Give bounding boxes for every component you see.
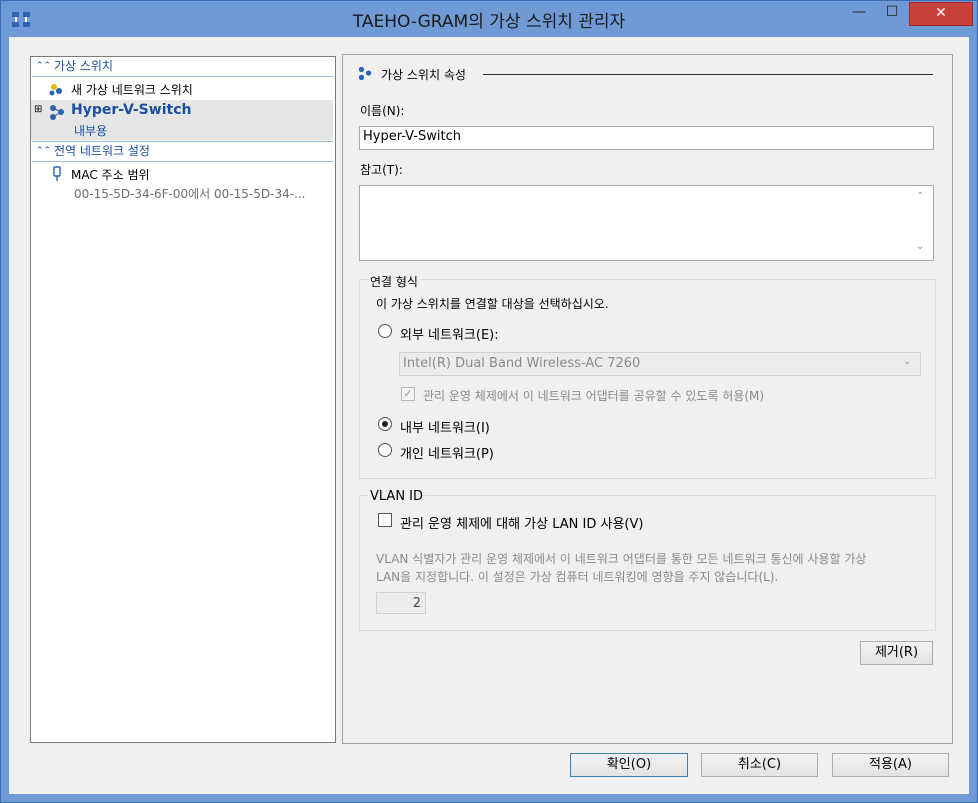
minimize-button[interactable]: — — [844, 2, 874, 24]
new-switch-icon — [49, 84, 62, 96]
mac-label: MAC 주소 범위 — [71, 168, 150, 182]
vlan-checkbox[interactable] — [378, 513, 392, 527]
private-network-label: 개인 네트워크(P) — [400, 447, 494, 462]
vlan-group-label: VLAN ID — [368, 489, 426, 504]
close-button[interactable]: ✕ — [909, 2, 973, 26]
network-switch-icon — [358, 66, 372, 81]
switch-tree: ⌃⌃ 가상 스위치 새 가상 네트워크 스위치 ⊞ Hyper-V-Switch… — [30, 56, 336, 743]
share-adapter-checkbox[interactable]: ✓ — [401, 387, 415, 401]
connection-type-label: 연결 형식 — [368, 273, 420, 290]
remove-button[interactable]: 제거(R) — [860, 641, 933, 665]
section-title: 가상 스위치 속성 — [381, 68, 466, 82]
network-switch-icon — [50, 105, 64, 120]
internal-network-radio[interactable] — [378, 417, 392, 431]
connection-desc: 이 가상 스위치를 연결할 대상을 선택하십시오. — [376, 297, 609, 311]
new-switch-item[interactable]: 새 가상 네트워크 스위치 — [31, 78, 333, 99]
vlan-desc-line1: VLAN 식별자가 관리 운영 체제에서 이 네트워크 어댑터를 통한 모든 네… — [376, 552, 867, 566]
mac-address-icon — [53, 166, 61, 181]
virtual-switches-header[interactable]: ⌃⌃ 가상 스위치 — [32, 57, 333, 77]
external-network-label: 외부 네트워크(E): — [400, 328, 499, 343]
client-area: ⌃⌃ 가상 스위치 새 가상 네트워크 스위치 ⊞ Hyper-V-Switch… — [9, 37, 969, 794]
maximize-button[interactable]: ☐ — [877, 2, 907, 24]
share-adapter-label: 관리 운영 체제에서 이 네트워크 어댑터를 공유할 수 있도록 허용(M) — [423, 389, 765, 403]
chevron-down-icon: ⌄ — [903, 356, 912, 367]
private-network-radio[interactable] — [378, 443, 392, 457]
scroll-up-icon[interactable]: ⌃ — [916, 191, 924, 202]
new-switch-label: 새 가상 네트워크 스위치 — [71, 83, 193, 97]
collapse-icon: ⌃⌃ — [36, 61, 52, 71]
switch-item[interactable]: ⊞ Hyper-V-Switch 내부용 — [31, 100, 333, 140]
title-bar: TAEHO-GRAM의 가상 스위치 관리자 — ☐ ✕ — [1, 1, 977, 37]
collapse-icon: ⌃⌃ — [36, 146, 52, 156]
notes-label: 참고(T): — [360, 163, 403, 177]
mac-address-range-item[interactable]: MAC 주소 범위 00-15-5D-34-6F-00에서 00-15-5D-3… — [31, 163, 333, 203]
ok-button[interactable]: 확인(O) — [570, 753, 688, 777]
expand-icon[interactable]: ⊞ — [34, 104, 42, 115]
switch-type: 내부용 — [74, 124, 108, 138]
adapter-value: Intel(R) Dual Band Wireless-AC 7260 — [403, 356, 641, 371]
global-network-settings-header[interactable]: ⌃⌃ 전역 네트워크 설정 — [32, 141, 333, 162]
switch-properties: 가상 스위치 속성 이름(N): Hyper-V-Switch 참고(T): ⌃… — [342, 54, 953, 744]
mac-value: 00-15-5D-34-6F-00에서 00-15-5D-34-... — [74, 187, 306, 201]
section-divider — [483, 74, 933, 75]
switch-name: Hyper-V-Switch — [71, 102, 192, 118]
adapter-select[interactable]: Intel(R) Dual Band Wireless-AC 7260 ⌄ — [399, 352, 921, 376]
name-label: 이름(N): — [360, 104, 405, 118]
vlan-checkbox-label: 관리 운영 체제에 대해 가상 LAN ID 사용(V) — [400, 517, 644, 532]
external-network-radio[interactable] — [378, 324, 392, 338]
vlan-desc-line2: LAN을 지정합니다. 이 설정은 가상 컴퓨터 네트워킹에 영향을 주지 않습… — [376, 570, 779, 584]
cancel-button[interactable]: 취소(C) — [701, 753, 818, 777]
window: TAEHO-GRAM의 가상 스위치 관리자 — ☐ ✕ ⌃⌃ 가상 스위치 새… — [0, 0, 978, 803]
vlan-id-input[interactable]: 2 — [376, 592, 426, 614]
scroll-down-icon[interactable]: ⌄ — [916, 241, 924, 252]
notes-input[interactable] — [359, 185, 934, 261]
window-title: TAEHO-GRAM의 가상 스위치 관리자 — [352, 12, 626, 32]
name-input[interactable]: Hyper-V-Switch — [359, 126, 934, 150]
apply-button[interactable]: 적용(A) — [832, 753, 949, 777]
internal-network-label: 내부 네트워크(I) — [400, 421, 490, 436]
